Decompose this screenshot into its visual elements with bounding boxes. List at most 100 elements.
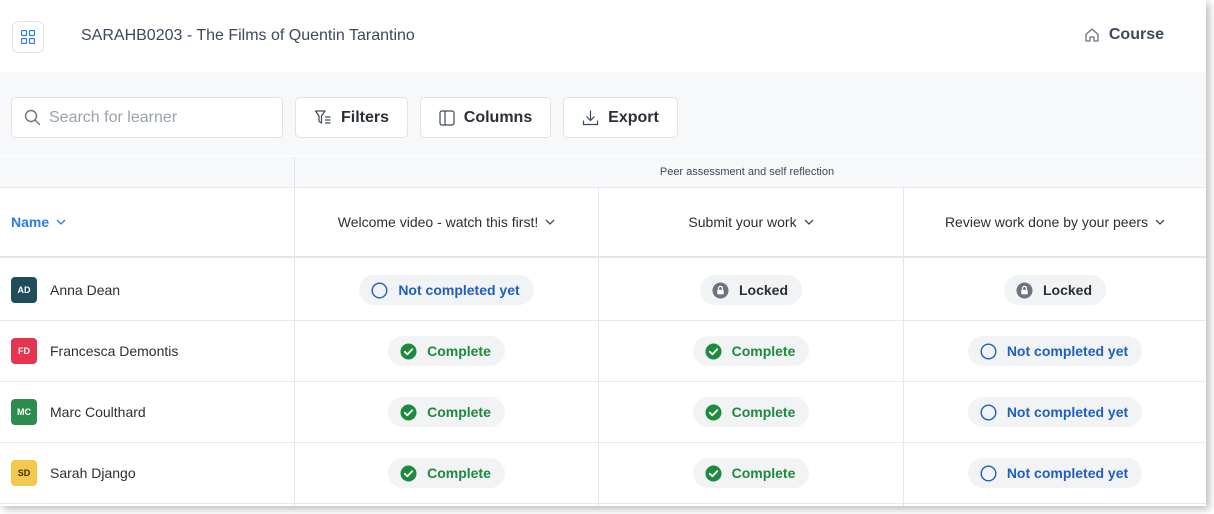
- lock-icon: [1016, 282, 1033, 298]
- status-badge: Not completed yet: [967, 336, 1143, 366]
- export-label: Export: [608, 108, 659, 126]
- top-bar: SARAHB0203 - The Films of Quentin Tarant…: [0, 0, 1206, 72]
- status-badge: Not completed yet: [967, 397, 1143, 427]
- status-label: Not completed yet: [1006, 404, 1129, 420]
- course-link[interactable]: Course: [1084, 26, 1164, 44]
- search-box[interactable]: [11, 97, 283, 138]
- status-badge: Complete: [388, 458, 505, 488]
- status-cell[interactable]: Complete: [599, 321, 903, 381]
- column-label: Welcome video - watch this first!: [337, 214, 539, 230]
- status-cell[interactable]: Not completed yet: [295, 260, 598, 320]
- home-icon: [1085, 28, 1099, 42]
- table-row: SD Sarah Django Complete Complete Not comple…: [0, 443, 1206, 504]
- filter-icon: [314, 109, 331, 124]
- table-header-row: Name Welcome video - watch this first! S…: [0, 188, 1206, 258]
- columns-icon: [439, 109, 455, 126]
- status-label: Complete: [427, 465, 491, 481]
- status-label: Complete: [427, 343, 491, 359]
- status-cell[interactable]: Not completed yet: [904, 382, 1206, 442]
- status-label: Complete: [731, 404, 796, 420]
- name-column-label: Name: [11, 214, 50, 230]
- avatar: AD: [11, 277, 37, 303]
- review-peers-column-header[interactable]: Review work done by your peers: [904, 188, 1206, 256]
- learner-cell[interactable]: FD Francesca Demontis: [0, 321, 294, 381]
- column-group-label: Peer assessment and self reflection: [659, 166, 835, 178]
- status-badge: Not completed yet: [967, 458, 1143, 488]
- learner-progress-table: Peer assessment and self reflection Name…: [0, 157, 1206, 506]
- status-cell[interactable]: Locked: [904, 260, 1206, 320]
- learner-name: Sarah Django: [50, 465, 136, 481]
- filters-label: Filters: [340, 108, 389, 126]
- check-circle-icon: [400, 404, 417, 420]
- avatar: SD: [11, 460, 37, 486]
- column-divider: [903, 188, 904, 506]
- learner-name: Francesca Demontis: [50, 343, 179, 359]
- gradebook-window: SARAHB0203 - The Films of Quentin Tarant…: [0, 0, 1206, 506]
- avatar: FD: [11, 338, 37, 364]
- status-cell[interactable]: Complete: [295, 382, 598, 442]
- status-label: Locked: [1042, 282, 1092, 298]
- status-cell[interactable]: Complete: [599, 382, 903, 442]
- filters-button[interactable]: Filters: [295, 97, 408, 138]
- column-divider: [294, 157, 295, 506]
- status-cell[interactable]: Not completed yet: [904, 321, 1206, 381]
- column-group-row: Peer assessment and self reflection: [0, 157, 1206, 188]
- chevron-down-icon: [1155, 219, 1165, 225]
- learner-cell[interactable]: SD Sarah Django: [0, 443, 294, 503]
- status-cell[interactable]: Locked: [599, 260, 903, 320]
- status-badge: Complete: [388, 336, 505, 366]
- course-title: SARAHB0203 - The Films of Quentin Tarant…: [81, 27, 415, 44]
- check-circle-icon: [705, 465, 722, 481]
- column-label: Review work done by your peers: [944, 214, 1149, 230]
- chevron-down-icon: [56, 219, 66, 225]
- check-circle-icon: [400, 465, 417, 481]
- status-cell[interactable]: Complete: [295, 443, 598, 503]
- check-circle-icon: [400, 343, 417, 359]
- empty-circle-icon: [371, 281, 388, 299]
- search-input[interactable]: [49, 108, 269, 127]
- status-badge: Complete: [388, 397, 505, 427]
- status-badge: Complete: [692, 458, 810, 488]
- welcome-video-column-header[interactable]: Welcome video - watch this first!: [295, 188, 598, 256]
- learner-name: Anna Dean: [50, 282, 121, 298]
- search-icon: [24, 109, 41, 126]
- status-badge: Locked: [1003, 275, 1106, 305]
- check-circle-icon: [705, 404, 722, 420]
- status-label: Not completed yet: [1006, 343, 1129, 359]
- column-label: Submit your work: [688, 214, 797, 230]
- submit-work-column-header[interactable]: Submit your work: [599, 188, 903, 256]
- status-label: Not completed yet: [1006, 465, 1129, 481]
- empty-circle-icon: [980, 403, 997, 421]
- name-column-header[interactable]: Name: [0, 188, 294, 256]
- status-label: Complete: [731, 465, 796, 481]
- table-row: MC Marc Coulthard Complete Complete Not comp…: [0, 382, 1206, 443]
- learner-cell[interactable]: AD Anna Dean: [0, 260, 294, 320]
- table-row: AD Anna Dean Not completed yet Locked Locked: [0, 260, 1206, 321]
- status-label: Complete: [731, 343, 796, 359]
- status-label: Locked: [738, 282, 788, 298]
- status-label: Complete: [427, 404, 491, 420]
- table-row: FD Francesca Demontis Complete Complete Not …: [0, 321, 1206, 382]
- course-link-label: Course: [1108, 26, 1164, 43]
- status-cell[interactable]: Complete: [599, 443, 903, 503]
- empty-circle-icon: [980, 342, 997, 360]
- download-icon: [583, 110, 599, 126]
- apps-menu-button[interactable]: [12, 21, 44, 53]
- learner-name: Marc Coulthard: [50, 404, 146, 420]
- grid-icon: [21, 30, 35, 44]
- columns-button[interactable]: Columns: [420, 97, 551, 138]
- check-circle-icon: [705, 343, 722, 359]
- columns-label: Columns: [463, 108, 533, 126]
- status-badge: Not completed yet: [359, 275, 534, 305]
- status-cell[interactable]: Complete: [295, 321, 598, 381]
- status-cell[interactable]: Not completed yet: [904, 443, 1206, 503]
- empty-circle-icon: [980, 464, 997, 482]
- chevron-down-icon: [804, 219, 814, 225]
- learner-cell[interactable]: MC Marc Coulthard: [0, 382, 294, 442]
- chevron-down-icon: [545, 219, 555, 225]
- avatar: MC: [11, 399, 37, 425]
- status-badge: Complete: [692, 397, 810, 427]
- status-label: Not completed yet: [398, 282, 520, 298]
- lock-icon: [712, 282, 729, 298]
- export-button[interactable]: Export: [563, 97, 678, 138]
